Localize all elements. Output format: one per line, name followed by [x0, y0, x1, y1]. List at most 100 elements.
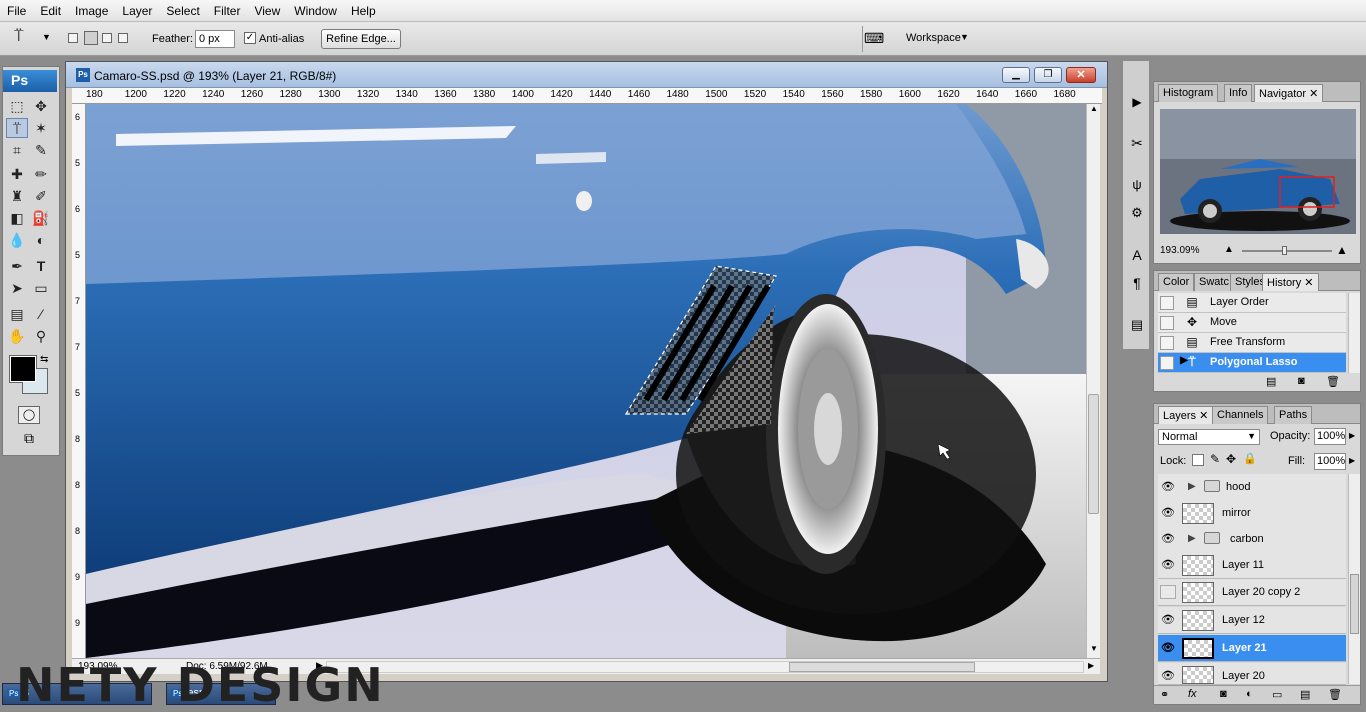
eye-icon[interactable]: 👁: [1160, 558, 1176, 572]
document-title-bar[interactable]: Ps Camaro-SS.psd @ 193% (Layer 21, RGB/8…: [66, 62, 1107, 88]
menu-edit[interactable]: Edit: [33, 0, 68, 22]
paragraph-icon[interactable]: ¶: [1127, 275, 1147, 293]
tab-swatches[interactable]: Swatc: [1194, 273, 1234, 291]
history-snapshot-checkbox[interactable]: [1160, 356, 1174, 370]
swap-colors-icon[interactable]: ⇆: [40, 354, 48, 365]
layer-row[interactable]: 👁 Layer 20: [1158, 663, 1346, 685]
blend-mode-select[interactable]: Normal ▼: [1158, 429, 1260, 445]
new-selection-icon[interactable]: [68, 33, 78, 43]
move-tool-icon[interactable]: ✥: [30, 96, 52, 116]
hand-tool-icon[interactable]: ✋: [6, 326, 28, 346]
eraser-tool-icon[interactable]: ◧: [6, 208, 28, 228]
layer-mask-icon[interactable]: ◙: [1220, 688, 1227, 700]
tab-history[interactable]: History ✕: [1262, 273, 1319, 291]
restore-button[interactable]: ❐: [1034, 67, 1062, 83]
fx-icon[interactable]: fx: [1188, 688, 1197, 700]
close-icon[interactable]: ✕: [1304, 277, 1313, 289]
history-item[interactable]: ▤ Free Transform: [1158, 333, 1346, 353]
magic-wand-icon[interactable]: ✶: [30, 118, 52, 138]
menu-view[interactable]: View: [247, 0, 287, 22]
menu-help[interactable]: Help: [344, 0, 383, 22]
lasso-tool-icon[interactable]: ⍡: [6, 118, 28, 138]
close-button[interactable]: ✕: [1066, 67, 1096, 83]
lock-transparent-icon[interactable]: [1192, 454, 1204, 466]
workspace-menu[interactable]: Workspace: [906, 32, 961, 44]
history-snapshot-checkbox[interactable]: [1160, 316, 1174, 330]
eye-icon[interactable]: 👁: [1160, 613, 1176, 627]
zoom-out-icon[interactable]: ▲: [1224, 244, 1234, 255]
eye-hidden-icon[interactable]: [1160, 585, 1176, 599]
history-scrollbar[interactable]: [1348, 293, 1360, 373]
add-selection-icon[interactable]: [84, 31, 98, 45]
layer-row[interactable]: Layer 20 copy 2: [1158, 579, 1346, 606]
marquee-tool-icon[interactable]: ⬚: [6, 96, 28, 116]
vertical-scrollbar[interactable]: ▲ ▼: [1086, 104, 1100, 658]
tab-navigator[interactable]: Navigator ✕: [1254, 84, 1324, 102]
healing-brush-icon[interactable]: ✚: [6, 164, 28, 184]
notes-tool-icon[interactable]: ▤: [6, 304, 28, 324]
crop-tool-icon[interactable]: ⌗: [6, 140, 28, 160]
scroll-up-icon[interactable]: ▲: [1090, 104, 1098, 113]
screen-mode-icon[interactable]: ⧉: [18, 430, 40, 448]
scroll-right-icon[interactable]: ▶: [1088, 661, 1094, 670]
foreground-color-swatch-front[interactable]: [10, 356, 36, 382]
polygonal-lasso-icon[interactable]: ⍡: [14, 28, 38, 50]
menu-filter[interactable]: Filter: [207, 0, 248, 22]
layer-comps-icon[interactable]: ▤: [1127, 317, 1147, 335]
lock-image-icon[interactable]: ✎: [1210, 452, 1220, 466]
snapshot-icon[interactable]: ◙: [1298, 375, 1305, 387]
zoom-slider-thumb[interactable]: [1282, 246, 1287, 255]
history-brush-icon[interactable]: ✐: [30, 186, 52, 206]
blur-tool-icon[interactable]: 💧: [6, 230, 28, 250]
history-item[interactable]: ✥ Move: [1158, 313, 1346, 333]
layers-scroll-thumb[interactable]: [1350, 574, 1359, 634]
layer-row[interactable]: 👁 mirror: [1158, 500, 1346, 527]
layer-row[interactable]: 👁 ▶ hood: [1158, 474, 1346, 501]
expand-arrow-icon[interactable]: ▶: [1188, 481, 1196, 492]
zoom-tool-icon[interactable]: ⚲: [30, 326, 52, 346]
close-icon[interactable]: ✕: [1309, 88, 1318, 100]
eye-icon[interactable]: 👁: [1160, 641, 1176, 655]
minimize-button[interactable]: ▁: [1002, 67, 1030, 83]
scroll-down-icon[interactable]: ▼: [1090, 644, 1098, 653]
eye-icon[interactable]: 👁: [1160, 506, 1176, 520]
brushes-icon[interactable]: ψ: [1127, 177, 1147, 195]
antialias-checkbox[interactable]: ✓: [244, 32, 256, 44]
menu-window[interactable]: Window: [287, 0, 344, 22]
opacity-input[interactable]: 100%: [1314, 428, 1346, 445]
trash-icon[interactable]: 🗑: [1326, 375, 1340, 388]
paint-bucket-icon[interactable]: ⛽: [30, 208, 52, 228]
layer-row[interactable]: 👁 Layer 12: [1158, 607, 1346, 634]
tab-channels[interactable]: Channels: [1212, 406, 1269, 424]
layer-row[interactable]: 👁 ▶ carbon: [1158, 526, 1346, 553]
navigator-zoom[interactable]: 193.09%: [1160, 245, 1199, 256]
opacity-arrow-icon[interactable]: ▶: [1349, 431, 1355, 440]
expand-arrow-icon[interactable]: ▶: [1188, 533, 1196, 544]
actions-icon[interactable]: ▶: [1127, 95, 1147, 113]
navigator-thumbnail[interactable]: [1160, 109, 1356, 234]
tool-presets-icon[interactable]: ✂: [1127, 135, 1147, 153]
menu-image[interactable]: Image: [68, 0, 115, 22]
scroll-thumb[interactable]: [1088, 394, 1099, 514]
quick-mask-icon[interactable]: ◯: [18, 406, 40, 424]
lock-position-icon[interactable]: ✥: [1226, 452, 1236, 466]
brush-tool-icon[interactable]: ✏: [30, 164, 52, 184]
tab-paths[interactable]: Paths: [1274, 406, 1313, 424]
layer-row-selected[interactable]: 👁 Layer 21: [1158, 635, 1346, 662]
slice-tool-icon[interactable]: ✎: [30, 140, 52, 160]
link-layers-icon[interactable]: ⚭: [1160, 688, 1169, 701]
zoom-slider[interactable]: [1242, 246, 1332, 255]
eye-icon[interactable]: 👁: [1160, 669, 1176, 683]
refine-edge-button[interactable]: Refine Edge...: [321, 29, 401, 49]
dodge-tool-icon[interactable]: ◐: [30, 230, 52, 250]
history-item-selected[interactable]: ▶ ⍡ Polygonal Lasso: [1158, 353, 1346, 373]
clone-source-icon[interactable]: ⚙: [1127, 205, 1147, 223]
fill-input[interactable]: 100%: [1314, 453, 1346, 470]
fill-arrow-icon[interactable]: ▶: [1349, 456, 1355, 465]
menu-select[interactable]: Select: [159, 0, 206, 22]
trash-icon[interactable]: 🗑: [1328, 688, 1342, 701]
eyedropper-icon[interactable]: ⁄: [30, 304, 52, 324]
tab-info[interactable]: Info: [1224, 84, 1253, 102]
history-snapshot-checkbox[interactable]: [1160, 336, 1174, 350]
new-layer-icon[interactable]: ▤: [1300, 688, 1310, 701]
